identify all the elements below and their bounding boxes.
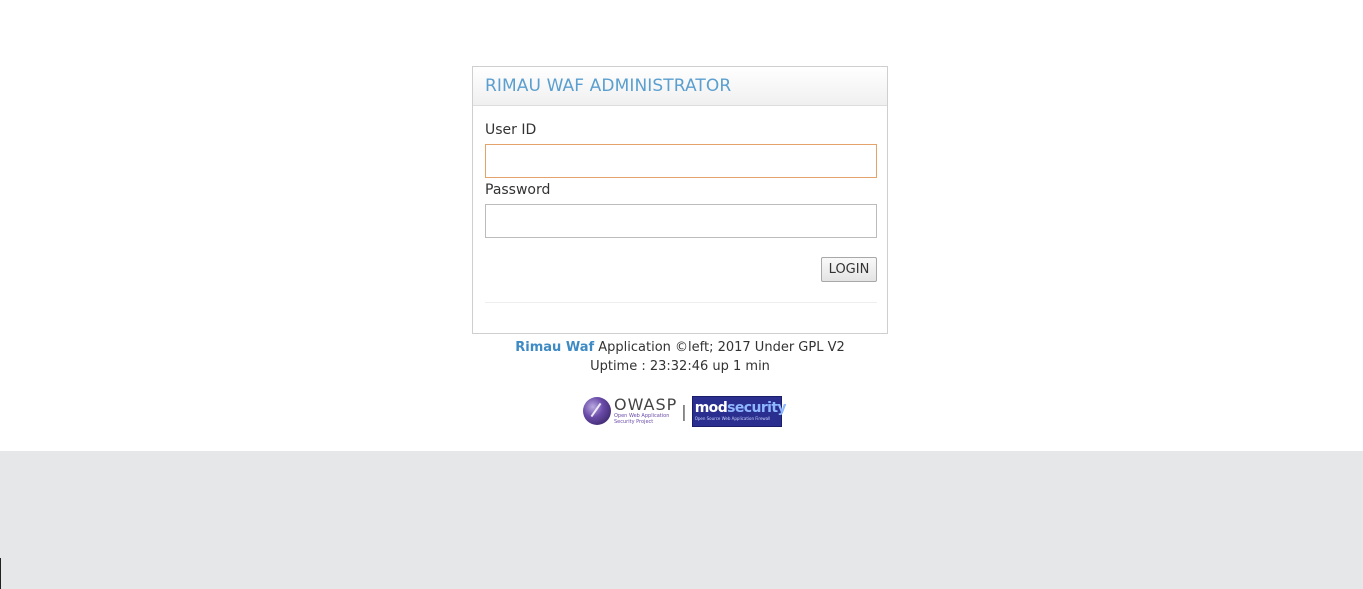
- user-id-input[interactable]: [485, 144, 877, 178]
- owasp-tagline: Open Web Application Security Project: [614, 413, 670, 425]
- partner-badges: OWASP Open Web Application Security Proj…: [583, 395, 787, 427]
- modsecurity-name-mod: mod: [694, 400, 728, 416]
- uptime-text: Uptime : 23:32:46 up 1 min: [590, 359, 770, 374]
- login-panel: RIMAU WAF ADMINISTRATOR User ID Password…: [472, 66, 888, 334]
- modsecurity-name-security: security: [727, 400, 786, 416]
- owasp-wasp-orb-icon: [583, 397, 611, 425]
- password-label: Password: [485, 182, 551, 198]
- owasp-logo: OWASP Open Web Application Security Proj…: [583, 395, 677, 427]
- password-input[interactable]: [485, 204, 877, 238]
- text-cursor: [0, 558, 1, 589]
- modsecurity-logo: modsecurity Open Source Web Application …: [691, 395, 787, 427]
- login-button[interactable]: LOGIN: [821, 257, 877, 282]
- panel-title: RIMAU WAF ADMINISTRATOR: [473, 67, 887, 106]
- owasp-name: OWASP: [614, 395, 678, 414]
- badge-separator: |: [681, 401, 687, 421]
- owasp-wordmark: OWASP Open Web Application Security Proj…: [614, 395, 678, 426]
- panel-divider: [485, 302, 877, 303]
- user-id-label: User ID: [485, 122, 537, 138]
- rimau-waf-link[interactable]: Rimau Waf: [515, 340, 594, 355]
- copyright-text: Application ©left; 2017 Under GPL V2: [594, 340, 845, 355]
- modsecurity-name: modsecurity: [694, 400, 787, 416]
- modsecurity-tagline: Open Source Web Application Firewall: [694, 416, 771, 421]
- lower-background-band: [0, 451, 1363, 589]
- copyright-line: Rimau Waf Application ©left; 2017 Under …: [472, 339, 888, 357]
